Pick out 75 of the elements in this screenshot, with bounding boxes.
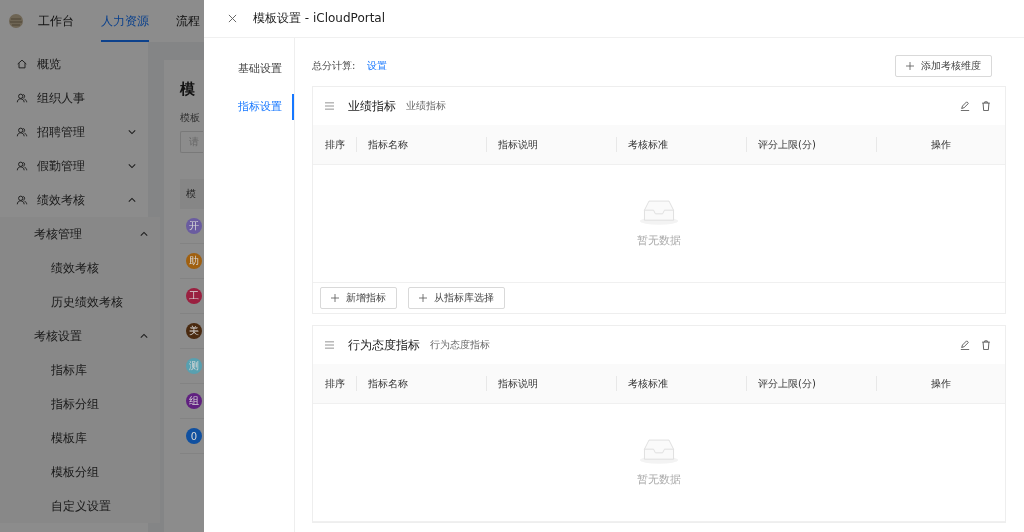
sidebar-item[interactable]: 考核设置 (0, 319, 160, 353)
add-dimension-button[interactable]: 添加考核维度 (895, 55, 992, 77)
chevron-icon (128, 129, 136, 135)
people-icon (16, 126, 28, 138)
edit-icon[interactable] (960, 340, 970, 350)
drag-handle-icon[interactable] (325, 102, 334, 110)
chevron-icon (128, 197, 136, 203)
avatar: 助 (186, 253, 202, 269)
column-header: 指标名称 (368, 376, 408, 391)
section-subtitle: 行为态度指标 (430, 338, 490, 352)
column-header: 指标说明 (498, 376, 538, 391)
close-icon[interactable] (228, 14, 237, 23)
settings-link[interactable]: 设置 (367, 59, 388, 73)
avatar: 开 (186, 218, 202, 234)
people-icon (16, 194, 28, 206)
filter-label: 模板 (180, 111, 201, 125)
column-header: 考核标准 (628, 137, 668, 152)
column-header: 指标说明 (498, 137, 538, 152)
section-title: 行为态度指标 (348, 336, 420, 354)
column-header: 模 (186, 187, 196, 201)
sidebar-item[interactable]: 概览 (0, 47, 148, 81)
avatar: 美 (186, 323, 202, 339)
empty-inbox-icon (639, 438, 679, 464)
sidebar-item[interactable]: 模板分组 (0, 455, 160, 489)
sidebar-item[interactable]: 考核管理 (0, 217, 160, 251)
plus-icon (419, 294, 427, 302)
avatar: 组 (186, 393, 202, 409)
nav-tab[interactable]: 指标设置 (204, 94, 294, 120)
sidebar-item[interactable]: 绩效考核 (0, 251, 160, 285)
people-icon (16, 92, 28, 104)
chevron-icon (140, 231, 148, 237)
add-indicator-button[interactable]: 从指标库选择 (408, 287, 505, 309)
sidebar-item[interactable]: 假勤管理 (0, 149, 148, 183)
column-header: 指标名称 (368, 137, 408, 152)
header-tab[interactable]: 流程 (176, 0, 200, 42)
column-header: 评分上限(分) (758, 376, 816, 391)
empty-text: 暂无数据 (637, 472, 681, 487)
plus-icon (906, 62, 914, 70)
sidebar-item[interactable]: 绩效考核 (0, 183, 148, 217)
column-header: 操作 (930, 137, 951, 152)
page-title: 模 (180, 80, 196, 99)
nav-tab[interactable]: 基础设置 (204, 56, 294, 82)
chevron-icon (128, 163, 136, 169)
delete-icon[interactable] (981, 101, 991, 111)
sidebar-item[interactable]: 指标库 (0, 353, 160, 387)
empty-inbox-icon (639, 199, 679, 225)
avatar: 0 (186, 428, 202, 444)
section-subtitle: 业绩指标 (406, 99, 446, 113)
total-label: 总分计算: (312, 59, 356, 73)
people-icon (16, 160, 28, 172)
sidebar-item[interactable]: 组织人事 (0, 81, 148, 115)
chevron-icon (140, 333, 148, 339)
sidebar-item[interactable]: 招聘管理 (0, 115, 148, 149)
plus-icon (331, 294, 339, 302)
home-icon (16, 58, 28, 70)
add-indicator-button[interactable]: 新增指标 (320, 287, 397, 309)
delete-icon[interactable] (981, 340, 991, 350)
column-header: 操作 (930, 376, 951, 391)
logo-icon (8, 13, 24, 29)
avatar: 工 (186, 288, 202, 304)
drag-handle-icon[interactable] (325, 341, 334, 349)
empty-text: 暂无数据 (637, 233, 681, 248)
header-tab[interactable]: 工作台 (38, 0, 74, 42)
drawer-title: 模板设置 - iCloudPortal (253, 10, 386, 27)
column-header: 排序 (325, 376, 345, 391)
column-header: 排序 (325, 137, 345, 152)
column-header: 评分上限(分) (758, 137, 816, 152)
sidebar-item[interactable]: 历史绩效考核 (0, 285, 160, 319)
edit-icon[interactable] (960, 101, 970, 111)
sidebar-item[interactable]: 模板库 (0, 421, 160, 455)
section-title: 业绩指标 (348, 97, 396, 115)
avatar: 测 (186, 358, 202, 374)
sidebar-item[interactable]: 自定义设置 (0, 489, 160, 523)
sidebar-item[interactable]: 指标分组 (0, 387, 160, 421)
column-header: 考核标准 (628, 376, 668, 391)
